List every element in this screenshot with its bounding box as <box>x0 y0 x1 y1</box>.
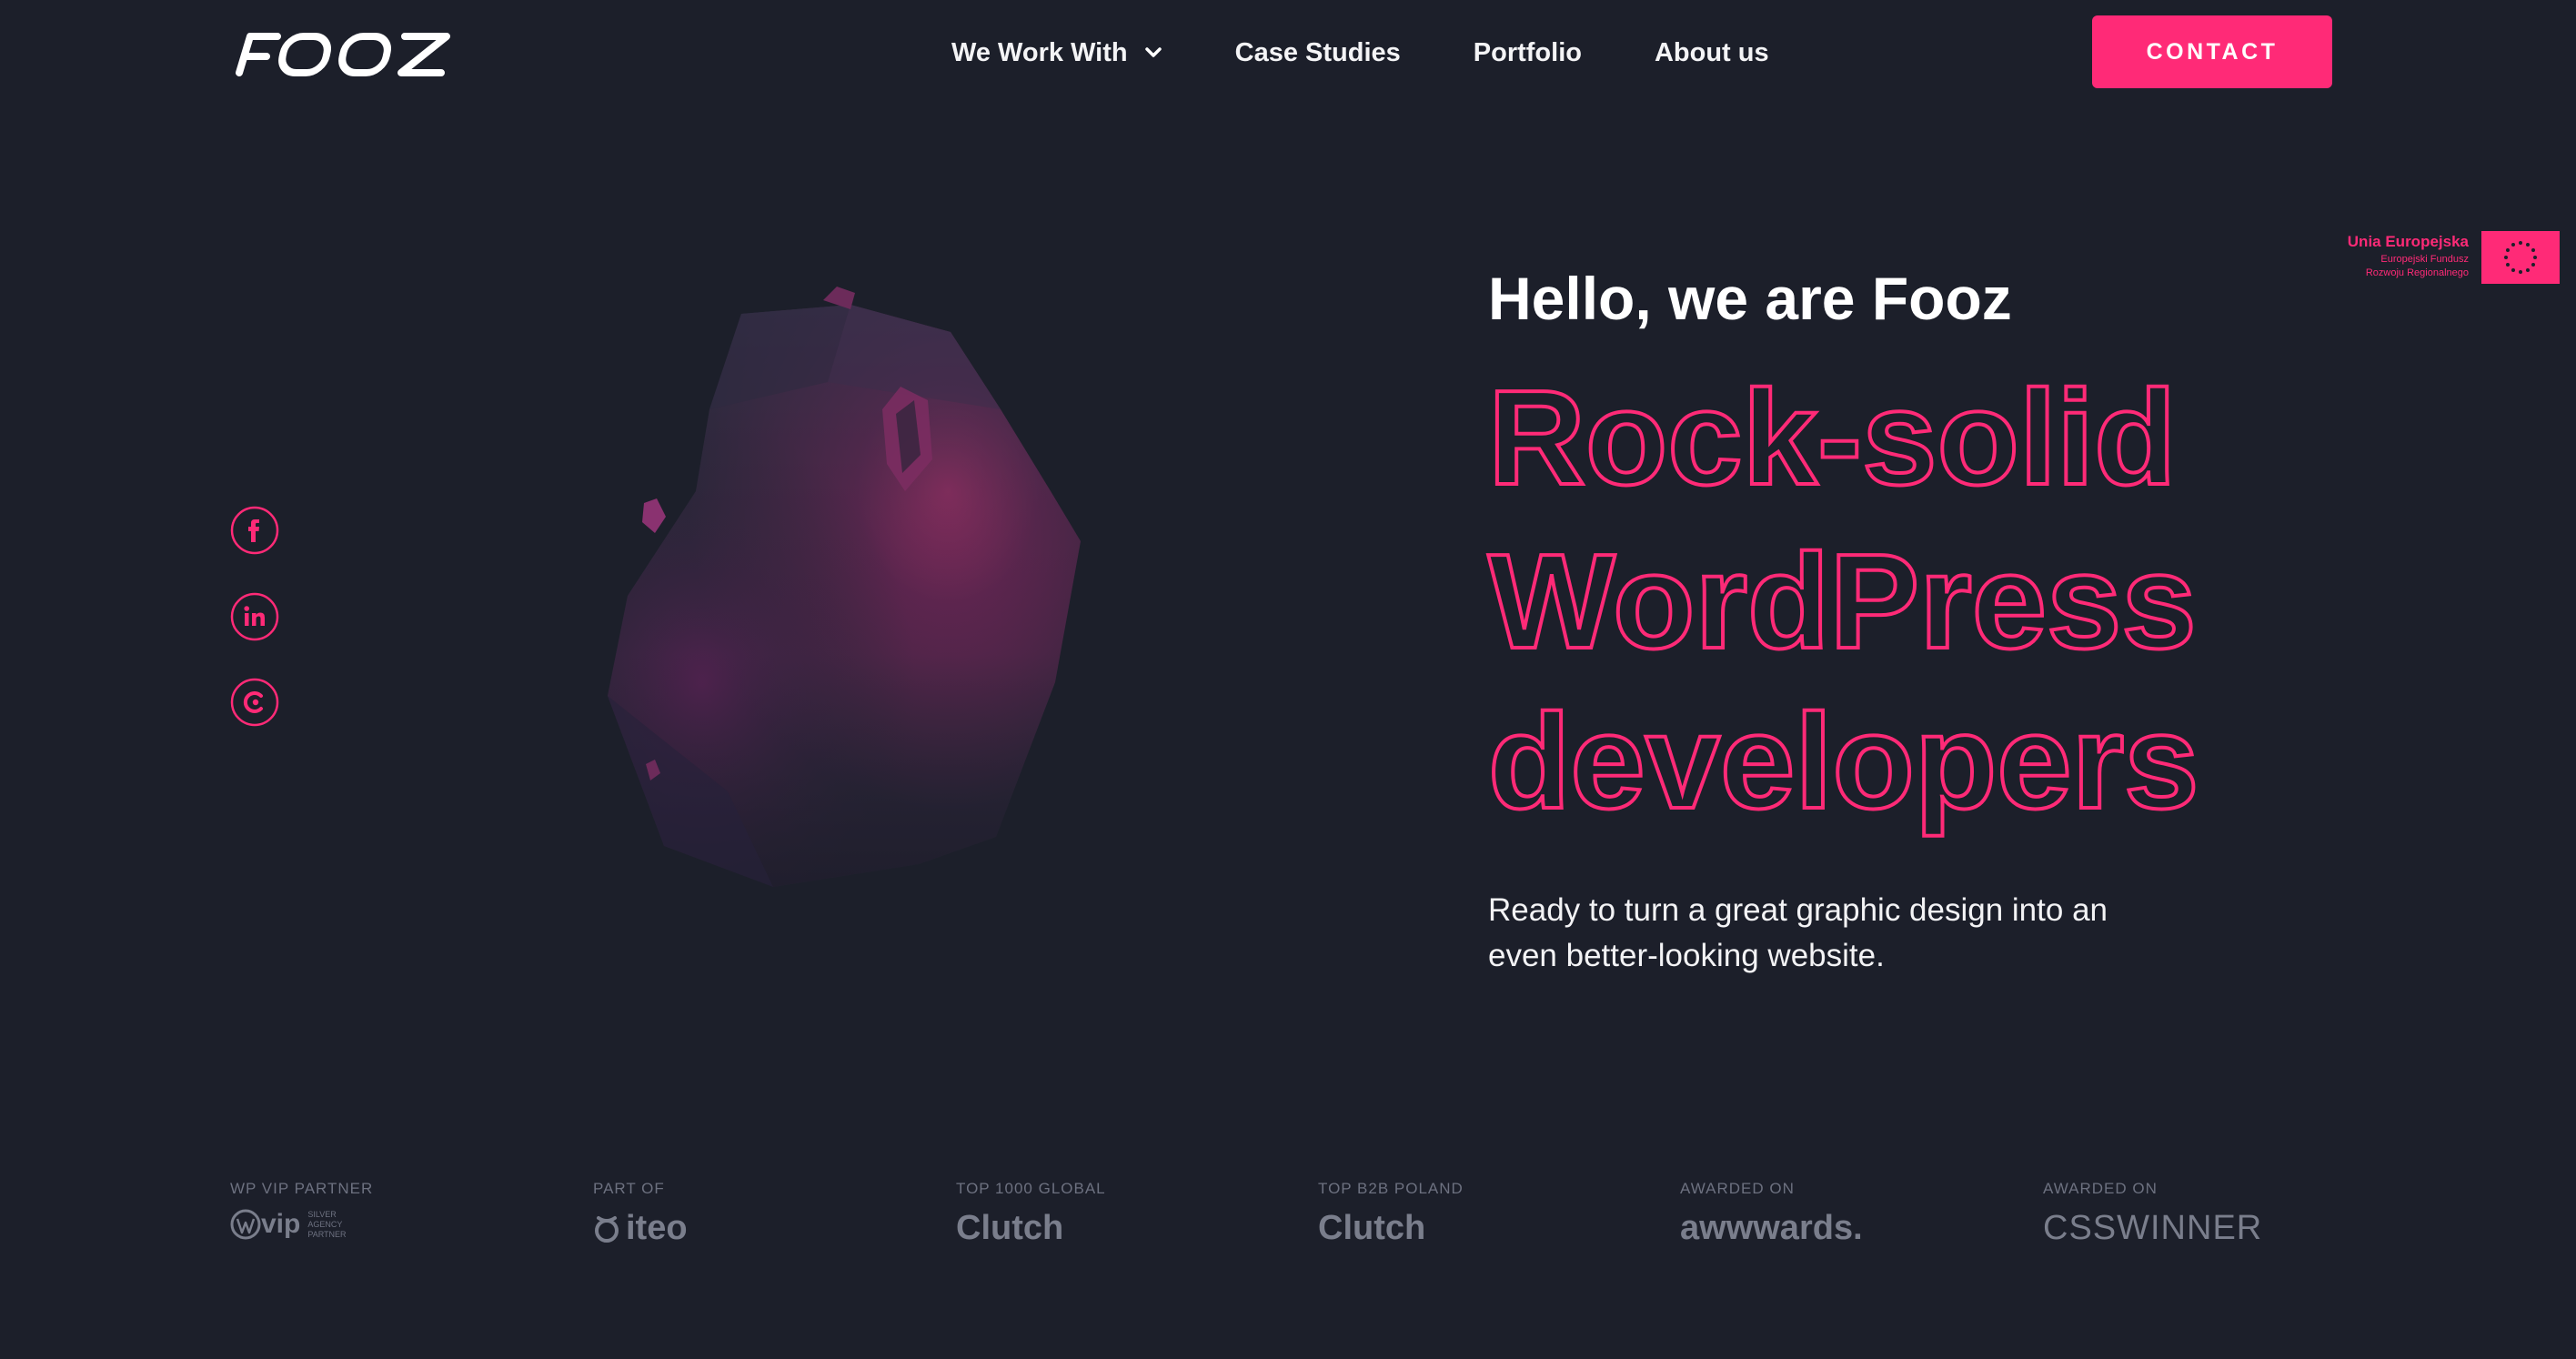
partner-csswinner-label: AWARDED ON <box>2043 1180 2158 1197</box>
nav-case-studies-label: Case Studies <box>1234 37 1401 67</box>
partner-iteo-label: PART OF <box>593 1180 665 1197</box>
eu-flag-icon <box>2481 231 2560 284</box>
hero-subtitle: Ready to turn a great graphic design int… <box>1488 892 2108 973</box>
clutch-logo: Clutch <box>1318 1209 1426 1247</box>
wp-vip-tier-2: AGENCY <box>307 1219 343 1229</box>
nav-portfolio-label: Portfolio <box>1473 37 1582 67</box>
partner-csswinner[interactable]: AWARDED ON CSSWINNER <box>2043 1180 2262 1248</box>
nav-about-us-label: About us <box>1654 37 1769 67</box>
wp-vip-tier: SILVER AGENCY PARTNER <box>307 1210 346 1240</box>
hero-greeting: Hello, we are Fooz <box>1488 265 2012 332</box>
main-nav: We Work With Case Studies Portfolio Abou… <box>951 31 1769 75</box>
eu-title: Unia Europejska <box>2347 233 2469 250</box>
contact-button[interactable]: CONTACT <box>2092 15 2332 88</box>
nav-portfolio[interactable]: Portfolio <box>1474 38 1582 68</box>
partner-awwwards[interactable]: AWARDED ON awwwards. <box>1680 1180 1863 1248</box>
csswinner-logo: CSSWINNER <box>2043 1209 2263 1247</box>
wp-vip-tier-1: SILVER <box>307 1209 337 1219</box>
partner-clutch-global[interactable]: TOP 1000 GLOBAL Clutch <box>956 1180 1106 1248</box>
iteo-logo: iteo <box>593 1209 688 1248</box>
hero-headline-line3: developers <box>1488 687 2199 837</box>
rock-illustration <box>608 287 1081 887</box>
nav-about-us[interactable]: About us <box>1655 38 1769 68</box>
eu-subtitle-line2: Rozwoju Regionalnego <box>2365 267 2469 278</box>
partner-clutch-global-label: TOP 1000 GLOBAL <box>956 1180 1106 1197</box>
nav-case-studies[interactable]: Case Studies <box>1235 38 1401 68</box>
wp-vip-logo: vip SILVER AGENCY PARTNER <box>230 1209 373 1240</box>
chevron-down-icon <box>1144 47 1162 57</box>
wordpress-icon <box>230 1209 261 1240</box>
clutch-logo: Clutch <box>956 1209 1064 1247</box>
eu-subtitle-line1: Europejski Fundusz <box>2380 254 2469 265</box>
hero-headline-line1: Rock-solid <box>1488 363 2177 513</box>
iteo-mark-icon <box>595 1215 619 1243</box>
clutch-link[interactable] <box>230 678 279 727</box>
facebook-link[interactable] <box>230 506 279 555</box>
wp-vip-logo-text: vip <box>261 1209 301 1239</box>
eu-badge-text: Unia Europejska Europejski Fundusz Rozwo… <box>2348 231 2469 280</box>
iteo-logo-text: iteo <box>626 1209 688 1247</box>
hero-headline: Rock-solid WordPress developers <box>1486 361 2200 839</box>
linkedin-icon <box>230 592 279 641</box>
partner-awwwards-label: AWARDED ON <box>1680 1180 1795 1197</box>
linkedin-link[interactable] <box>230 592 279 641</box>
partner-clutch-poland-label: TOP B2B POLAND <box>1318 1180 1464 1197</box>
hero-headline-line2: WordPress <box>1488 527 2197 677</box>
partner-wp-vip-label: WP VIP PARTNER <box>230 1180 374 1197</box>
wp-vip-tier-3: PARTNER <box>307 1229 347 1239</box>
partner-wp-vip[interactable]: WP VIP PARTNER vip SILVER AGENCY PARTNER <box>230 1180 373 1240</box>
fooz-logo[interactable] <box>230 29 453 76</box>
eu-funding-badge[interactable]: Unia Europejska Europejski Fundusz Rozwo… <box>2310 231 2560 284</box>
partner-iteo[interactable]: PART OF iteo <box>593 1180 688 1248</box>
facebook-icon <box>230 506 279 555</box>
nav-we-work-with-label: We Work With <box>951 37 1128 67</box>
awwwards-logo: awwwards. <box>1680 1209 1863 1247</box>
clutch-icon <box>230 678 279 727</box>
nav-we-work-with[interactable]: We Work With <box>951 38 1162 68</box>
partner-clutch-poland[interactable]: TOP B2B POLAND Clutch <box>1318 1180 1464 1248</box>
